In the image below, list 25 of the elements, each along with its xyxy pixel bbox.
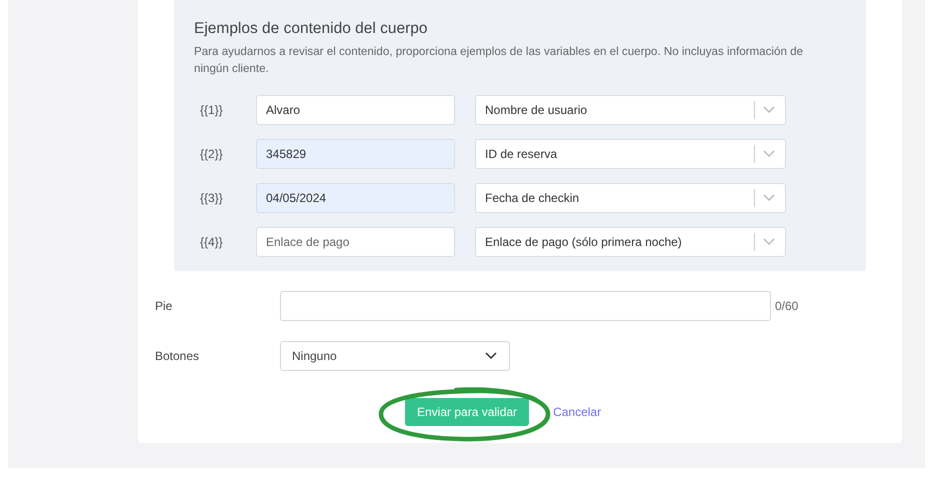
variable-label: {{4}}: [199, 235, 224, 249]
chevron-down-icon: [763, 150, 775, 158]
field-select[interactable]: Enlace de pago (sólo primera noche): [475, 227, 786, 257]
section-description: Para ayudarnos a revisar el contenido, proporciona ejemplos de las variables en el cuerpo. No incluyas información de ningún cliente.: [194, 44, 804, 77]
field-label: Botones: [155, 349, 200, 363]
field-select[interactable]: ID de reserva: [475, 139, 786, 169]
chevron-down-icon: [763, 238, 775, 246]
character-counter: 0/60: [775, 299, 798, 313]
example-input[interactable]: 04/05/2024: [256, 183, 455, 213]
chevron-down-icon: [763, 194, 775, 202]
cancel-link[interactable]: Cancelar: [553, 405, 602, 419]
variable-label: {{3}}: [199, 191, 224, 205]
field-label: Pie: [155, 299, 174, 313]
chevron-down-icon: [763, 106, 775, 114]
example-input[interactable]: 345829: [256, 139, 455, 169]
variable-label: {{2}}: [199, 147, 224, 161]
buttons-select[interactable]: Ninguno: [280, 341, 510, 371]
section-title: Ejemplos de contenido del cuerpo: [194, 20, 429, 38]
variable-label: {{1}}: [199, 103, 224, 117]
example-input[interactable]: Enlace de pago: [256, 227, 455, 257]
field-select[interactable]: Fecha de checkin: [475, 183, 786, 213]
example-input[interactable]: Alvaro: [256, 95, 455, 125]
footer-input[interactable]: [280, 291, 771, 321]
chevron-down-icon: [485, 352, 497, 360]
field-select[interactable]: Nombre de usuario: [475, 95, 786, 125]
